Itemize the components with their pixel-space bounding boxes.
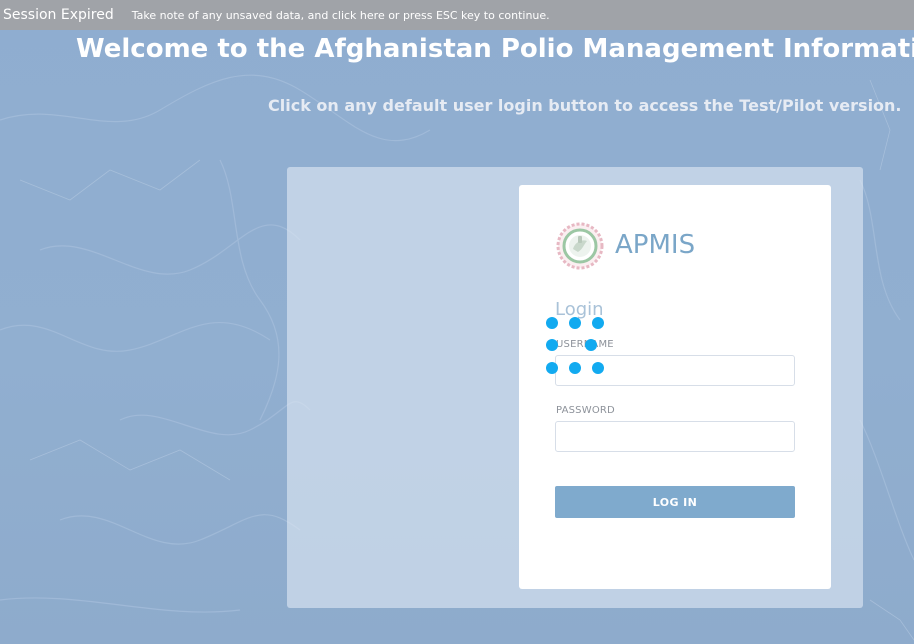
brand-name: APMIS <box>615 230 696 260</box>
login-heading: Login <box>555 299 604 320</box>
page-subtitle: Click on any default user login button t… <box>268 96 902 115</box>
session-expired-bar[interactable]: Session Expired Take note of any unsaved… <box>0 0 914 30</box>
login-button[interactable]: LOG IN <box>555 486 795 518</box>
session-message[interactable]: Take note of any unsaved data, and click… <box>132 9 550 22</box>
password-label: PASSWORD <box>556 405 615 416</box>
username-label: USERNAME <box>556 339 614 350</box>
apmis-logo-icon <box>556 222 604 270</box>
password-input[interactable] <box>555 421 795 452</box>
username-input[interactable] <box>555 355 795 386</box>
session-title: Session Expired <box>3 7 114 23</box>
login-card: APMIS Login USERNAME PASSWORD LOG IN <box>519 185 831 589</box>
page-title: Welcome to the Afghanistan Polio Managem… <box>76 34 914 64</box>
